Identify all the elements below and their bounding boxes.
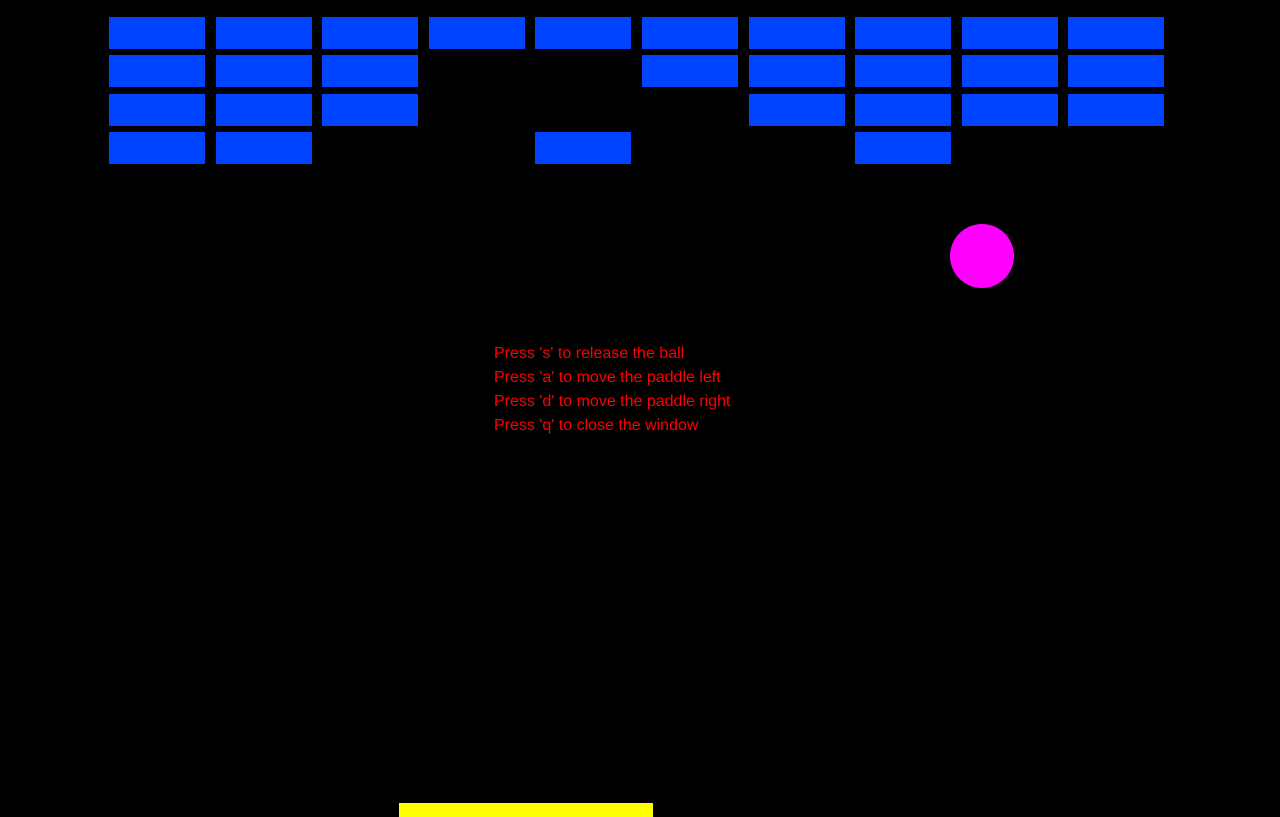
ball bbox=[950, 224, 1014, 288]
brick-r1-c8 bbox=[855, 17, 951, 49]
brick-r3-c3 bbox=[322, 94, 418, 126]
instruction-close-window: Press 'q' to close the window bbox=[494, 417, 699, 434]
brick-r4-c5 bbox=[535, 132, 631, 164]
brick-r2-c3 bbox=[322, 55, 418, 87]
brick-grid bbox=[109, 17, 1165, 164]
brick-r1-c4 bbox=[429, 17, 525, 49]
instructions-text: Press 's' to release the ball Press 'a' … bbox=[494, 342, 730, 438]
brick-r3-c7 bbox=[749, 94, 845, 126]
brick-r1-c3 bbox=[322, 17, 418, 49]
brick-r1-c2 bbox=[216, 17, 312, 49]
brick-r1-c6 bbox=[642, 17, 738, 49]
brick-r2-c1 bbox=[109, 55, 205, 87]
brick-r2-c8 bbox=[855, 55, 951, 87]
brick-r4-c1 bbox=[109, 132, 205, 164]
instruction-move-left: Press 'a' to move the paddle left bbox=[494, 369, 721, 386]
instruction-move-right: Press 'd' to move the paddle right bbox=[494, 393, 731, 410]
brick-r2-c10 bbox=[1068, 55, 1164, 87]
brick-r3-c8 bbox=[855, 94, 951, 126]
brick-r4-c2 bbox=[216, 132, 312, 164]
brick-r3-c2 bbox=[216, 94, 312, 126]
brick-r1-c9 bbox=[962, 17, 1058, 49]
brick-r3-c1 bbox=[109, 94, 205, 126]
instruction-release-ball: Press 's' to release the ball bbox=[494, 345, 685, 362]
brick-r1-c1 bbox=[109, 17, 205, 49]
brick-r1-c7 bbox=[749, 17, 845, 49]
brick-r4-c8 bbox=[855, 132, 951, 164]
brick-r1-c10 bbox=[1068, 17, 1164, 49]
brick-r3-c9 bbox=[962, 94, 1058, 126]
brick-r2-c2 bbox=[216, 55, 312, 87]
brick-r1-c5 bbox=[535, 17, 631, 49]
paddle[interactable] bbox=[399, 803, 653, 817]
game-canvas[interactable]: Press 's' to release the ball Press 'a' … bbox=[0, 0, 1280, 817]
brick-r2-c6 bbox=[642, 55, 738, 87]
brick-r2-c7 bbox=[749, 55, 845, 87]
brick-r3-c10 bbox=[1068, 94, 1164, 126]
brick-r2-c9 bbox=[962, 55, 1058, 87]
